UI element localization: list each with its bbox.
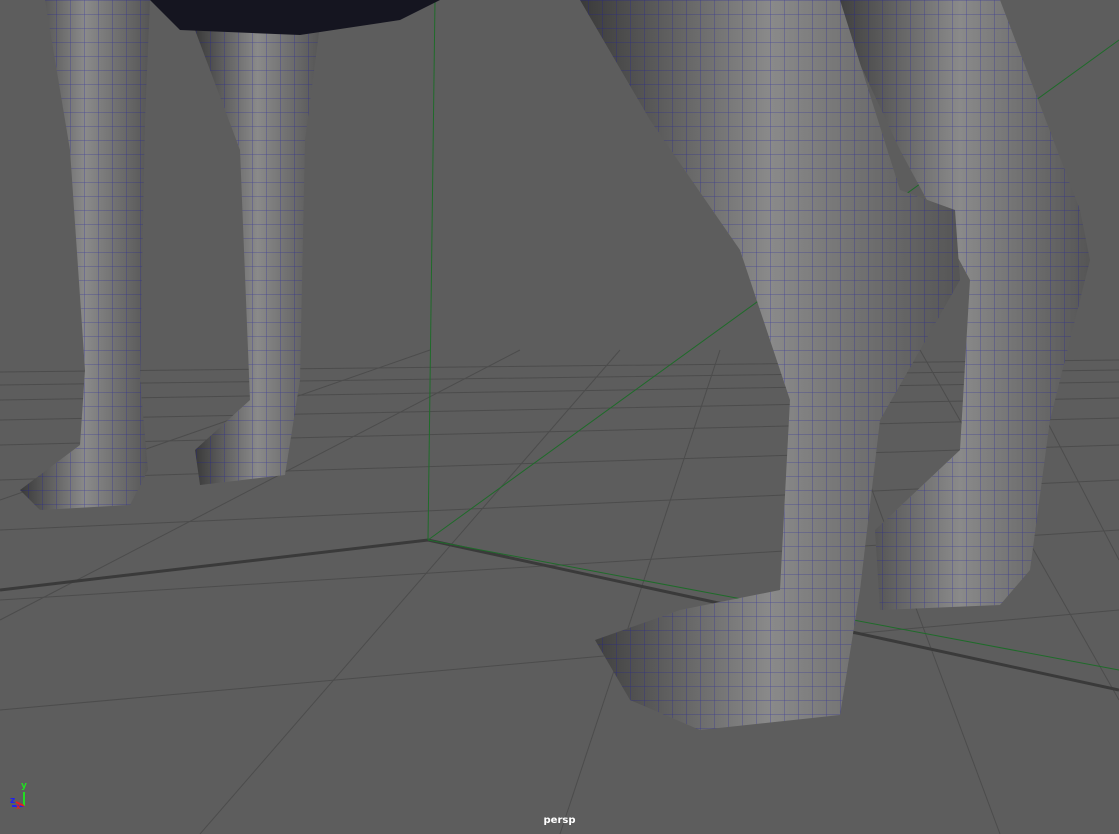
gizmo-z-label: z bbox=[10, 796, 16, 806]
gizmo-y-label: y bbox=[21, 781, 27, 791]
maya-viewport[interactable]: y z x persp bbox=[0, 0, 1119, 834]
camera-label: persp bbox=[543, 815, 576, 826]
scene[interactable] bbox=[0, 0, 1119, 834]
dog-legs bbox=[20, 0, 1090, 730]
gizmo-x-label: x bbox=[16, 803, 21, 811]
body-underside bbox=[150, 0, 440, 35]
